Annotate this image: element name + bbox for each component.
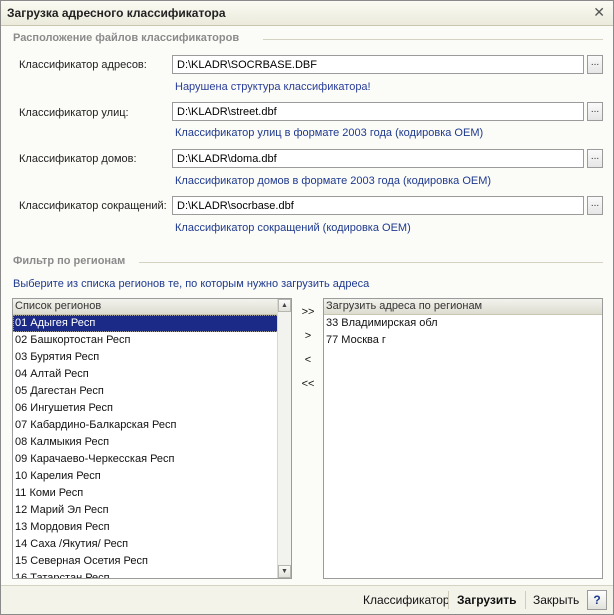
list-item[interactable]: 08 Калмыкия Респ [13,434,291,451]
list-item[interactable]: 02 Башкортостан Респ [13,332,291,349]
address-classifier-note: Нарушена структура классификатора! [175,81,371,93]
title-bar: Загрузка адресного классификатора ✕ [1,1,613,26]
list-item[interactable]: 06 Ингушетия Респ [13,400,291,417]
list-item[interactable]: 09 Карачаево-Черкесская Респ [13,451,291,468]
load-list-header: Загрузить адреса по регионам [324,299,602,315]
list-item[interactable]: 33 Владимирская обл [324,315,602,332]
regions-list[interactable]: Список регионов 01 Адыгея Респ 02 Башкорт… [12,298,292,579]
filter-section-title: Фильтр по регионам [13,255,126,267]
list-item[interactable]: 05 Дагестан Респ [13,383,291,400]
abbreviation-browse-button[interactable]: ... [587,196,603,215]
regions-scrollbar[interactable]: ▲ ▼ [277,299,291,578]
regions-list-rows: 01 Адыгея Респ 02 Башкортостан Респ 03 Бур… [13,315,291,578]
dialog-footer: Классификатор Загрузить Закрыть ? [1,585,613,614]
abbreviation-classifier-note: Классификатор сокращений (кодировка OEM) [175,222,411,234]
window-title: Загрузка адресного классификатора [7,6,226,20]
remove-all-button[interactable]: << [297,378,319,390]
street-classifier-field: ... [172,102,603,121]
address-browse-button[interactable]: ... [587,55,603,74]
street-classifier-label: Классификатор улиц: [19,107,129,119]
list-item[interactable]: 14 Саха /Якутия/ Респ [13,536,291,553]
list-item[interactable]: 10 Карелия Респ [13,468,291,485]
street-classifier-note: Классификатор улиц в формате 2003 года (… [175,127,484,139]
list-item[interactable]: 03 Бурятия Респ [13,349,291,366]
dialog-window: Загрузка адресного классификатора ✕ Расп… [0,0,614,615]
list-item[interactable]: 12 Марий Эл Респ [13,502,291,519]
address-classifier-input[interactable] [172,55,584,74]
scroll-up-icon[interactable]: ▲ [278,299,291,312]
close-icon[interactable]: ✕ [593,4,605,21]
files-section-title: Расположение файлов классификаторов [13,32,240,44]
abbreviation-classifier-input[interactable] [172,196,584,215]
filter-hint: Выберите из списка регионов те, по котор… [13,278,370,290]
list-item[interactable]: 07 Кабардино-Балкарская Респ [13,417,291,434]
list-item[interactable]: 04 Алтай Респ [13,366,291,383]
help-button[interactable]: ? [587,590,607,610]
footer-separator [448,591,449,609]
load-button[interactable]: Загрузить [457,593,516,607]
list-item[interactable]: 13 Мордовия Респ [13,519,291,536]
house-classifier-note: Классификатор домов в формате 2003 года … [175,175,492,187]
list-item[interactable]: 01 Адыгея Респ [13,315,291,332]
load-regions-list[interactable]: Загрузить адреса по регионам 33 Владимир… [323,298,603,579]
abbreviation-classifier-field: ... [172,196,603,215]
regions-list-header: Список регионов [13,299,291,315]
add-button[interactable]: > [297,330,319,342]
house-classifier-input[interactable] [172,149,584,168]
close-button[interactable]: Закрыть [533,593,579,607]
add-all-button[interactable]: >> [297,306,319,318]
remove-button[interactable]: < [297,354,319,366]
list-item[interactable]: 77 Москва г [324,332,602,349]
address-classifier-field: ... [172,55,603,74]
house-classifier-label: Классификатор домов: [19,153,137,165]
list-item[interactable]: 16 Татарстан Респ [13,570,291,578]
street-classifier-input[interactable] [172,102,584,121]
footer-separator [525,591,526,609]
abbreviation-classifier-label: Классификатор сокращений: [19,200,167,212]
scroll-down-icon[interactable]: ▼ [278,565,291,578]
section-divider [263,39,603,40]
address-classifier-label: Классификатор адресов: [19,59,147,71]
street-browse-button[interactable]: ... [587,102,603,121]
section-divider [139,262,603,263]
list-item[interactable]: 15 Северная Осетия Респ [13,553,291,570]
house-browse-button[interactable]: ... [587,149,603,168]
list-item[interactable]: 11 Коми Респ [13,485,291,502]
house-classifier-field: ... [172,149,603,168]
load-list-rows: 33 Владимирская обл 77 Москва г [324,315,602,349]
classifier-button[interactable]: Классификатор [363,593,450,607]
